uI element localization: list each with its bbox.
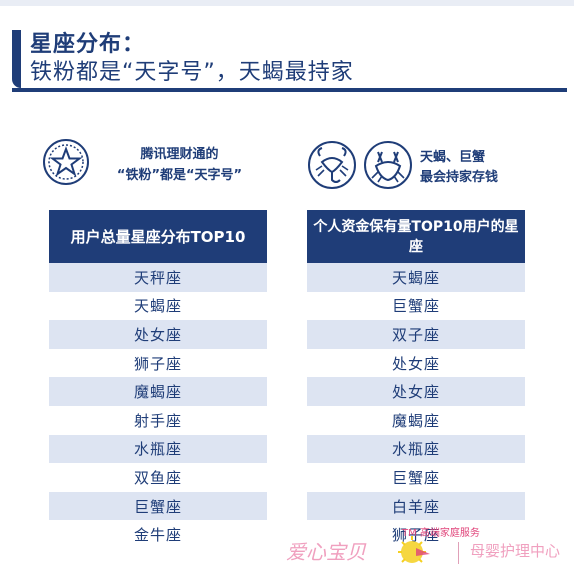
table-row: 巨蟹座 [49,491,267,521]
left-badge-line1: 腾讯理财通的 [140,147,219,162]
right-table-header: 个人资金保有量TOP10用户的星座 [307,210,525,263]
right-badge-caption: 天蝎、巨蟹 最会持家存钱 [420,148,540,188]
watermark: 爱心宝贝 TM 高端家庭服务 母婴护理中心 [286,520,574,572]
table-row: 狮子座 [49,348,267,378]
table-row: 水瓶座 [49,434,267,464]
table-row: 金牛座 [49,520,267,549]
table-row: 白羊座 [307,491,525,521]
table-row: 巨蟹座 [307,291,525,321]
table-row: 天秤座 [49,263,267,292]
table-row: 巨蟹座 [307,463,525,492]
table-row: 双子座 [307,320,525,349]
watermark-divider [458,542,459,564]
left-ranking-table: 用户总量星座分布TOP10 天秤座 天蝎座 处女座 狮子座 魔蝎座 射手座 水瓶… [49,210,267,549]
table-row: 双鱼座 [49,463,267,492]
title-underline [12,88,567,92]
table-row: 射手座 [49,405,267,435]
table-row: 水瓶座 [307,434,525,464]
watermark-tagline: TM 高端家庭服务 [402,528,480,539]
left-badge-caption: 腾讯理财通的 “铁粉”都是“天字号” [92,144,267,186]
table-row: 处女座 [307,348,525,378]
watermark-service: 母婴护理中心 [470,542,561,560]
table-row: 处女座 [49,320,267,349]
left-table-header: 用户总量星座分布TOP10 [49,210,267,263]
watermark-brand: 爱心宝贝 [286,540,366,564]
star-seal-icon [43,139,89,185]
table-row: 天蝎座 [49,291,267,321]
title-accent-bar [12,30,21,88]
table-row: 处女座 [307,377,525,406]
left-badge-line2: “铁粉”都是“天字号” [116,168,243,183]
right-badge-line1: 天蝎、巨蟹 [420,150,486,165]
scorpion-icon [308,141,356,189]
table-row: 魔蝎座 [49,377,267,406]
table-row: 魔蝎座 [307,405,525,435]
right-ranking-table: 个人资金保有量TOP10用户的星座 天蝎座 巨蟹座 双子座 处女座 处女座 魔蝎… [307,210,525,549]
right-badge-line2: 最会持家存钱 [420,170,499,185]
table-row: 天蝎座 [307,263,525,292]
crab-icon [364,141,412,189]
page-subtitle: 铁粉都是“天字号”，天蝎最持家 [30,60,354,85]
top-strip [0,0,574,6]
